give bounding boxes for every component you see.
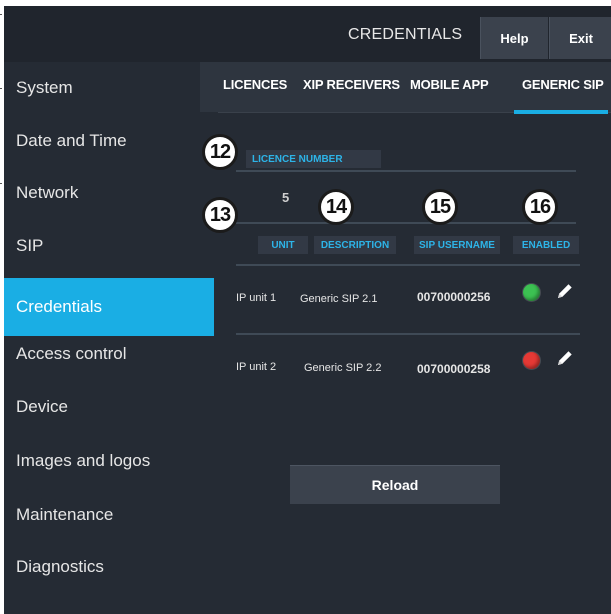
margin-tick	[0, 183, 2, 184]
pencil-icon[interactable]	[555, 281, 575, 301]
cell-description: Generic SIP 2.1	[300, 293, 378, 305]
sidebar-item-date-and-time[interactable]: Date and Time	[4, 115, 214, 167]
active-tab-indicator	[514, 110, 608, 114]
margin-tick	[0, 88, 2, 89]
callout-badge: 15	[422, 189, 458, 225]
sidebar-item-maintenance[interactable]: Maintenance	[4, 489, 214, 541]
column-header-enabled: ENABLED	[513, 236, 579, 254]
status-dot-icon	[523, 352, 540, 369]
callout-badge: 12	[202, 134, 238, 170]
sidebar-item-network[interactable]: Network	[4, 167, 214, 219]
cell-sip-username: 00700000258	[417, 362, 491, 376]
sidebar-item-access-control[interactable]: Access control	[4, 328, 214, 380]
row-divider	[236, 333, 580, 335]
tab-mobile-app[interactable]: MOBILE APP	[410, 77, 489, 92]
sidebar-item-images-and-logos[interactable]: Images and logos	[4, 435, 214, 487]
cell-description: Generic SIP 2.2	[304, 362, 382, 374]
tab-licences[interactable]: LICENCES	[223, 77, 287, 92]
tab-xip-receivers[interactable]: XIP RECEIVERS	[303, 77, 400, 92]
page-title: CREDENTIALS	[348, 26, 463, 43]
divider	[236, 222, 576, 224]
sidebar-item-device[interactable]: Device	[4, 381, 214, 433]
callout-badge: 14	[318, 189, 354, 225]
row-divider	[236, 264, 580, 266]
sidebar-item-system[interactable]: System	[4, 62, 214, 114]
callout-badge: 16	[522, 189, 558, 225]
sidebar-item-diagnostics[interactable]: Diagnostics	[4, 541, 214, 593]
margin-tick	[0, 14, 2, 15]
licence-number-value: 5	[282, 190, 290, 205]
column-header-sip-username: SIP USERNAME	[414, 236, 500, 254]
help-button[interactable]: Help	[480, 17, 548, 59]
exit-button[interactable]: Exit	[549, 17, 611, 59]
cell-unit: IP unit 1	[236, 292, 277, 304]
cell-unit: IP unit 2	[236, 361, 277, 373]
divider	[236, 170, 576, 172]
column-header-unit: UNIT	[258, 236, 308, 254]
callout-badge: 13	[202, 197, 238, 233]
reload-button[interactable]: Reload	[290, 465, 500, 504]
licence-number-header: LICENCE NUMBER	[246, 150, 381, 168]
tab-generic-sip[interactable]: GENERIC SIP	[522, 77, 604, 92]
cell-sip-username: 00700000256	[417, 290, 491, 304]
status-dot-icon	[523, 284, 540, 301]
sidebar-item-sip[interactable]: SIP	[4, 220, 214, 272]
pencil-icon[interactable]	[555, 348, 575, 368]
column-header-description: DESCRIPTION	[314, 236, 396, 254]
